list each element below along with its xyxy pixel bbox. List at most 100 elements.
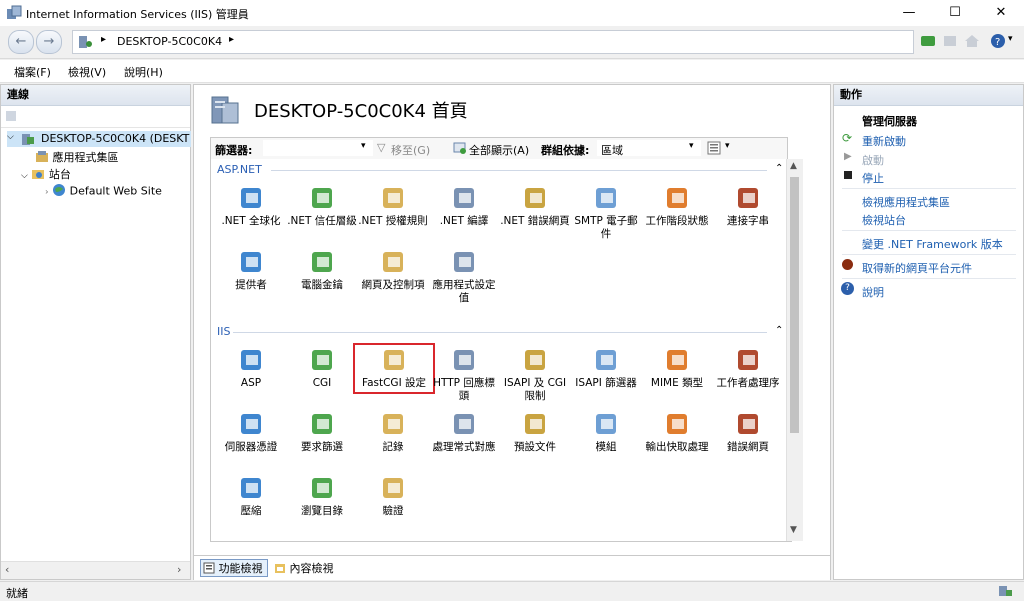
feature-item[interactable]: 連接字串 [712, 185, 784, 228]
feature-item[interactable]: ASP [215, 347, 287, 390]
stop-icon[interactable] [942, 33, 958, 49]
cgi-icon [309, 347, 335, 373]
feature-item[interactable]: .NET 編譯 [428, 185, 500, 228]
collapse-arrow-icon[interactable]: › [45, 188, 49, 198]
feature-item[interactable]: ISAPI 及 CGI 限制 [499, 347, 571, 403]
tree-item-server[interactable]: ⌵ DESKTOP-5C0C0K4 (DESKT [7, 131, 191, 147]
action-start[interactable]: 啟動 [862, 152, 884, 168]
expand-icon[interactable]: ⌵ [7, 132, 14, 142]
network-status-icon [998, 584, 1014, 601]
feature-item[interactable]: .NET 授權規則 [357, 185, 429, 228]
web-platform-icon [842, 259, 853, 270]
scroll-right-icon[interactable]: › [177, 563, 181, 576]
menu-view[interactable]: 檢視(V) [68, 64, 106, 80]
show-all-button[interactable]: 全部顯示(A) [469, 142, 529, 158]
content-view-icon [274, 562, 286, 577]
feature-item[interactable]: .NET 信任層級 [286, 185, 358, 228]
feature-item[interactable]: HTTP 回應標頭 [428, 347, 500, 403]
refresh-icon[interactable] [920, 33, 936, 49]
database-icon [735, 185, 761, 211]
scroll-left-icon[interactable]: ‹ [5, 563, 9, 576]
log-icon [380, 411, 406, 437]
action-view-app-pools[interactable]: 檢視應用程式集區 [862, 194, 950, 210]
feature-item[interactable]: 伺服器憑證 [215, 411, 287, 454]
feature-item[interactable]: SMTP 電子郵件 [570, 185, 642, 241]
collapse-group-icon[interactable]: ⌃ [775, 163, 783, 174]
group-by-select[interactable]: 區域 ▾ [597, 140, 701, 157]
chevron-down-icon[interactable]: ▾ [725, 141, 730, 151]
forward-button[interactable]: → [36, 30, 62, 54]
feature-item[interactable]: 電腦金鑰 [286, 249, 358, 292]
divider [842, 278, 1016, 279]
menu-help[interactable]: 說明(H) [124, 64, 163, 80]
action-change-net-version[interactable]: 變更 .NET Framework 版本 [862, 236, 1003, 252]
feature-item[interactable]: 網頁及控制項 [357, 249, 429, 292]
feature-item[interactable]: ISAPI 篩選器 [570, 347, 642, 390]
server-icon [21, 132, 35, 149]
feature-label: 要求篩選 [301, 441, 343, 453]
feature-label: ISAPI 及 CGI 限制 [503, 377, 567, 402]
tree-item-default-web-site[interactable]: › Default Web Site [45, 183, 162, 200]
horizontal-scrollbar[interactable]: ‹ › [1, 561, 190, 579]
collapse-group-icon[interactable]: ⌃ [775, 325, 783, 336]
filter-input[interactable] [263, 140, 373, 156]
feature-item[interactable]: 工作者處理序 [712, 347, 784, 390]
chevron-down-icon[interactable]: ▾ [361, 141, 366, 151]
action-view-sites[interactable]: 檢視站台 [862, 212, 906, 228]
breadcrumb-server[interactable]: DESKTOP-5C0C0K4 [117, 35, 222, 48]
back-button[interactable]: ← [8, 30, 34, 54]
doc-controls-icon [380, 249, 406, 275]
feature-label: 預設文件 [514, 441, 556, 453]
feature-item[interactable]: 瀏覽目錄 [286, 475, 358, 518]
action-restart[interactable]: 重新啟動 [862, 133, 906, 149]
feature-item[interactable]: 提供者 [215, 249, 287, 292]
close-button[interactable]: ✕ [978, 0, 1024, 26]
maximize-button[interactable]: ☐ [932, 0, 978, 26]
feature-item-fastcgi-highlighted[interactable]: FastCGI 設定 [353, 343, 435, 394]
actions-header: 動作 [834, 85, 1023, 106]
feature-item[interactable]: 工作階段狀態 [641, 185, 713, 228]
feature-item[interactable]: 應用程式設定值 [428, 249, 500, 305]
scroll-thumb[interactable] [790, 177, 799, 433]
minimize-button[interactable]: — [886, 0, 932, 26]
feature-item[interactable]: 驗證 [357, 475, 429, 518]
group-divider [271, 170, 767, 171]
feature-item[interactable]: 要求篩選 [286, 411, 358, 454]
scroll-up-icon[interactable]: ▲ [790, 161, 797, 171]
menu-bar: 檔案(F) 檢視(V) 說明(H) [0, 60, 1024, 83]
feature-item[interactable]: 模組 [570, 411, 642, 454]
mail-icon [593, 185, 619, 211]
feature-label: .NET 全球化 [221, 215, 281, 227]
go-button[interactable]: 移至(G) [391, 142, 430, 158]
tree-item-sites[interactable]: ⌵ 站台 [21, 166, 71, 184]
feature-item[interactable]: .NET 全球化 [215, 185, 287, 228]
chevron-down-icon[interactable]: ▾ [689, 141, 694, 151]
features-view-icon [203, 562, 215, 577]
tab-content-view[interactable]: 內容檢視 [274, 560, 334, 576]
feature-item[interactable]: 預設文件 [499, 411, 571, 454]
feature-item[interactable]: .NET 錯誤網頁 [499, 185, 571, 228]
home-icon[interactable] [964, 33, 980, 49]
feature-item[interactable]: 處理常式對應 [428, 411, 500, 454]
connect-icon[interactable] [5, 109, 19, 123]
feature-item[interactable]: MIME 類型 [641, 347, 713, 390]
feature-item[interactable]: CGI [286, 347, 358, 390]
feature-item[interactable]: 壓縮 [215, 475, 287, 518]
scroll-down-icon[interactable]: ▼ [790, 525, 797, 535]
tab-features-view[interactable]: 功能檢視 [200, 559, 268, 577]
action-stop[interactable]: 停止 [862, 170, 884, 186]
help-icon[interactable]: ? [990, 33, 1006, 49]
feature-item[interactable]: 錯誤網頁 [712, 411, 784, 454]
menu-file[interactable]: 檔案(F) [14, 64, 51, 80]
vertical-scrollbar[interactable]: ▲ ▼ [786, 159, 803, 541]
feature-item[interactable]: 記錄 [357, 411, 429, 454]
action-get-platform-components[interactable]: 取得新的網頁平台元件 [862, 260, 972, 276]
feature-item[interactable]: 輸出快取處理 [641, 411, 713, 454]
tree-item-app-pools[interactable]: 應用程式集區 [35, 149, 119, 167]
expand-icon[interactable]: ⌵ [21, 171, 28, 181]
action-help[interactable]: 說明 [862, 284, 884, 300]
address-box[interactable]: ▸ DESKTOP-5C0C0K4 ▸ [72, 30, 914, 54]
view-tabs: 功能檢視 內容檢視 [194, 555, 830, 580]
view-mode-icon[interactable] [707, 141, 725, 158]
chevron-down-icon[interactable]: ▾ [1008, 34, 1013, 44]
